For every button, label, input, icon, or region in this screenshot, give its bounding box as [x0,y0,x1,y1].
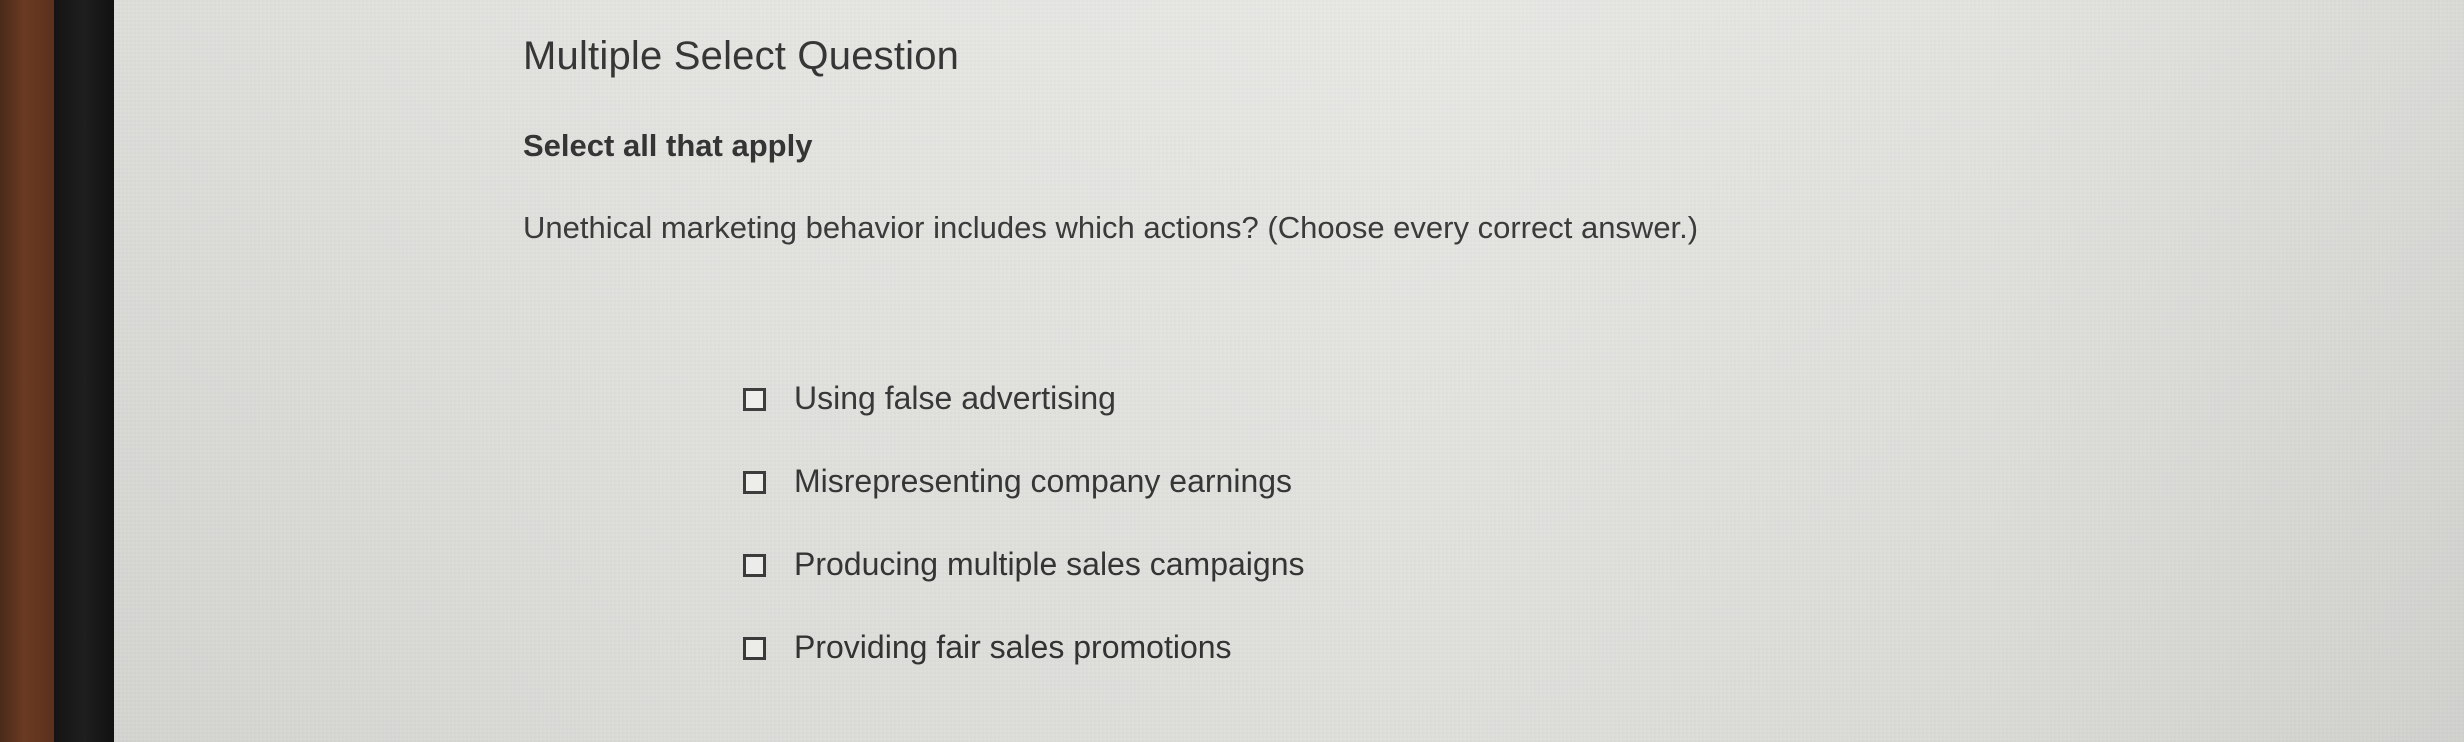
checkbox[interactable] [743,554,766,577]
option-label[interactable]: Using false advertising [794,374,1116,422]
checkbox[interactable] [743,388,766,411]
option-label[interactable]: Providing fair sales promotions [794,623,1232,671]
monitor-bezel [54,0,114,742]
question-prompt: Unethical marketing behavior includes wh… [523,210,1699,245]
checkbox[interactable] [743,471,766,494]
option-label[interactable]: Misrepresenting company earnings [794,457,1292,505]
screen: Multiple Select Question Select all that… [114,0,2464,742]
option-label[interactable]: Producing multiple sales campaigns [794,540,1304,588]
checkbox[interactable] [743,637,766,660]
question-type-heading: Multiple Select Question [523,34,960,78]
desk-edge [0,0,54,742]
instruction-text: Select all that apply [523,128,813,163]
photo-frame: Multiple Select Question Select all that… [0,0,2464,742]
question-panel: Multiple Select Question Select all that… [523,26,2323,665]
